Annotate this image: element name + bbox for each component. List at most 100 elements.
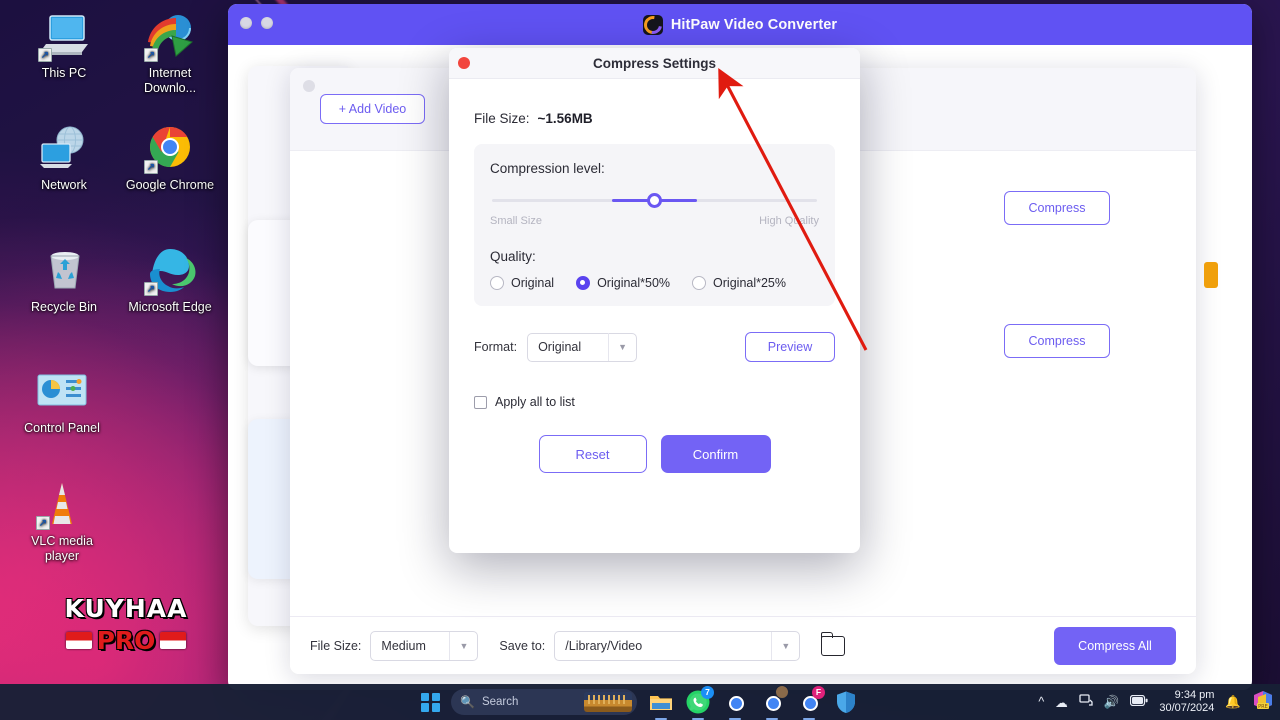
- chevron-up-icon[interactable]: ^: [1038, 695, 1044, 709]
- apply-all-checkbox[interactable]: [474, 395, 487, 409]
- app-title-bar: HitPaw Video Converter: [228, 4, 1252, 45]
- dialog-title: Compress Settings: [592, 55, 717, 71]
- chevron-down-icon: ▼: [771, 631, 799, 660]
- quality-option-label: Original: [511, 276, 555, 290]
- internet-download-manager-icon: [142, 12, 198, 62]
- slider-max-label: High Quality: [759, 215, 819, 227]
- desktop-icon-label: Google Chrome: [125, 178, 215, 192]
- search-placeholder: Search: [481, 696, 519, 708]
- indonesia-flag-icon: [160, 632, 187, 649]
- desktop-icon-google-chrome[interactable]: Google Chrome: [122, 124, 218, 193]
- desktop-icon-microsoft-edge[interactable]: Microsoft Edge: [122, 246, 218, 315]
- compress-button[interactable]: Compress: [1004, 324, 1110, 358]
- dialog-title-bar: Compress Settings: [449, 48, 860, 79]
- format-value: Original: [538, 340, 582, 354]
- shortcut-overlay-icon: [38, 48, 52, 62]
- desktop-icon-this-pc[interactable]: This PC: [16, 12, 112, 81]
- window-close-button[interactable]: [240, 17, 252, 29]
- format-select[interactable]: Original ▼: [527, 332, 638, 362]
- close-icon[interactable]: [458, 57, 470, 69]
- quality-radio-original[interactable]: Original: [490, 276, 554, 290]
- network-tray-icon[interactable]: [1079, 694, 1093, 710]
- radio-dot-icon: [692, 276, 707, 290]
- windows-security-icon[interactable]: [833, 689, 859, 715]
- windows-start-icon[interactable]: [421, 692, 440, 712]
- panel-window-dot[interactable]: [303, 80, 315, 92]
- indonesia-flag-icon: [65, 632, 92, 649]
- taskbar-center: 🔍 Search 7 F: [421, 685, 859, 720]
- clock-time: 9:34 pm: [1174, 689, 1215, 701]
- file-explorer-icon[interactable]: [648, 689, 674, 720]
- desktop-icon-label: Microsoft Edge: [128, 300, 212, 314]
- chrome-profile-icon[interactable]: [759, 685, 789, 720]
- file-size-value: ~1.56MB: [537, 111, 593, 126]
- battery-icon[interactable]: [1130, 694, 1148, 709]
- profile-avatar: [775, 685, 789, 699]
- add-video-button[interactable]: + Add Video: [320, 94, 425, 124]
- app-title: HitPaw Video Converter: [670, 16, 838, 33]
- quality-option-label: Original*50%: [597, 276, 671, 290]
- search-highlight-thumbnail: [584, 692, 632, 712]
- dialog-body: File Size: ~1.56MB Compression level: Sm…: [449, 79, 860, 473]
- clock[interactable]: 9:34 pm 30/07/2024: [1159, 689, 1214, 715]
- file-size-label: File Size:: [474, 111, 530, 126]
- save-to-label: Save to:: [499, 638, 546, 653]
- desktop-icon-label: This PC: [41, 66, 87, 80]
- slider-thumb[interactable]: [647, 193, 662, 208]
- whatsapp-icon[interactable]: 7: [685, 686, 714, 720]
- desktop-icon-internet-download-manager[interactable]: Internet Downlo...: [122, 12, 218, 96]
- vlc-media-player-icon: [34, 480, 90, 530]
- quality-radio-original-25[interactable]: Original*25%: [692, 276, 786, 290]
- save-to-select[interactable]: /Library/Video ▼: [554, 630, 801, 661]
- pre-app-icon[interactable]: PRE: [1252, 689, 1274, 716]
- shortcut-overlay-icon: [144, 282, 158, 296]
- app-brand: HitPaw Video Converter: [642, 14, 838, 35]
- search-icon: 🔍: [460, 695, 475, 709]
- network-icon: [36, 124, 92, 174]
- system-tray: ^ ☁ 🔊 9:34 pm 30/07/2024 🔔 PRE: [1038, 689, 1274, 716]
- panel-footer: File Size: Medium ▼ Save to: /Library/Vi…: [290, 616, 1196, 674]
- volume-icon[interactable]: 🔊: [1104, 695, 1120, 710]
- whatsapp-badge: 7: [701, 686, 714, 699]
- search-input[interactable]: 🔍 Search: [451, 689, 637, 715]
- cloud-icon[interactable]: ☁: [1055, 695, 1068, 710]
- taskbar: 🔍 Search 7 F ^ ☁ 🔊 9:34 pm 30/07/2024 🔔 …: [0, 684, 1280, 720]
- compress-button[interactable]: Compress: [1004, 191, 1110, 225]
- quality-option-label: Original*25%: [713, 276, 787, 290]
- control-panel-icon: [34, 367, 90, 417]
- desktop-icon-vlc-media-player[interactable]: VLC media player: [14, 480, 110, 564]
- quality-radio-original-50[interactable]: Original*50%: [576, 276, 670, 290]
- file-size-select[interactable]: Medium ▼: [370, 630, 479, 661]
- desktop-icon-label: Recycle Bin: [31, 300, 97, 314]
- reset-button[interactable]: Reset: [538, 435, 647, 473]
- svg-text:PRE: PRE: [1258, 704, 1268, 710]
- confirm-button[interactable]: Confirm: [660, 435, 771, 473]
- watermark-bottom-text: PRO: [96, 626, 156, 655]
- desktop-icon-network[interactable]: Network: [16, 124, 112, 193]
- format-row: Format: Original ▼ Preview: [474, 332, 835, 362]
- compress-all-button[interactable]: Compress All: [1054, 626, 1176, 665]
- chrome-f-icon[interactable]: F: [796, 686, 825, 720]
- desktop-icon-recycle-bin[interactable]: Recycle Bin: [16, 246, 112, 315]
- folder-icon[interactable]: [821, 631, 846, 656]
- chrome-f-badge: F: [812, 686, 825, 699]
- settings-group: Compression level: Small Size High Quali…: [474, 144, 835, 306]
- google-chrome-icon: [142, 124, 198, 174]
- dialog-actions: Reset Confirm: [474, 435, 835, 473]
- chevron-down-icon: ▼: [608, 333, 636, 361]
- quality-label: Quality:: [490, 249, 536, 264]
- preview-button[interactable]: Preview: [745, 332, 835, 362]
- compression-slider[interactable]: [492, 193, 817, 208]
- radio-dot-icon: [576, 276, 591, 290]
- window-minimize-button[interactable]: [261, 17, 273, 29]
- this-pc-icon: [36, 12, 92, 62]
- desktop-icon-label: Control Panel: [24, 421, 100, 435]
- desktop-icon-control-panel[interactable]: Control Panel: [14, 367, 110, 436]
- apply-all-row[interactable]: Apply all to list: [474, 395, 835, 409]
- window-controls[interactable]: [240, 17, 273, 29]
- notification-bell-icon[interactable]: 🔔: [1225, 695, 1241, 710]
- radio-dot-icon: [490, 276, 504, 290]
- chrome-icon[interactable]: [722, 689, 748, 720]
- desktop-icon-label: Internet Downlo...: [143, 66, 197, 95]
- quality-radio-group: Original Original*50% Original*25%: [490, 276, 819, 290]
